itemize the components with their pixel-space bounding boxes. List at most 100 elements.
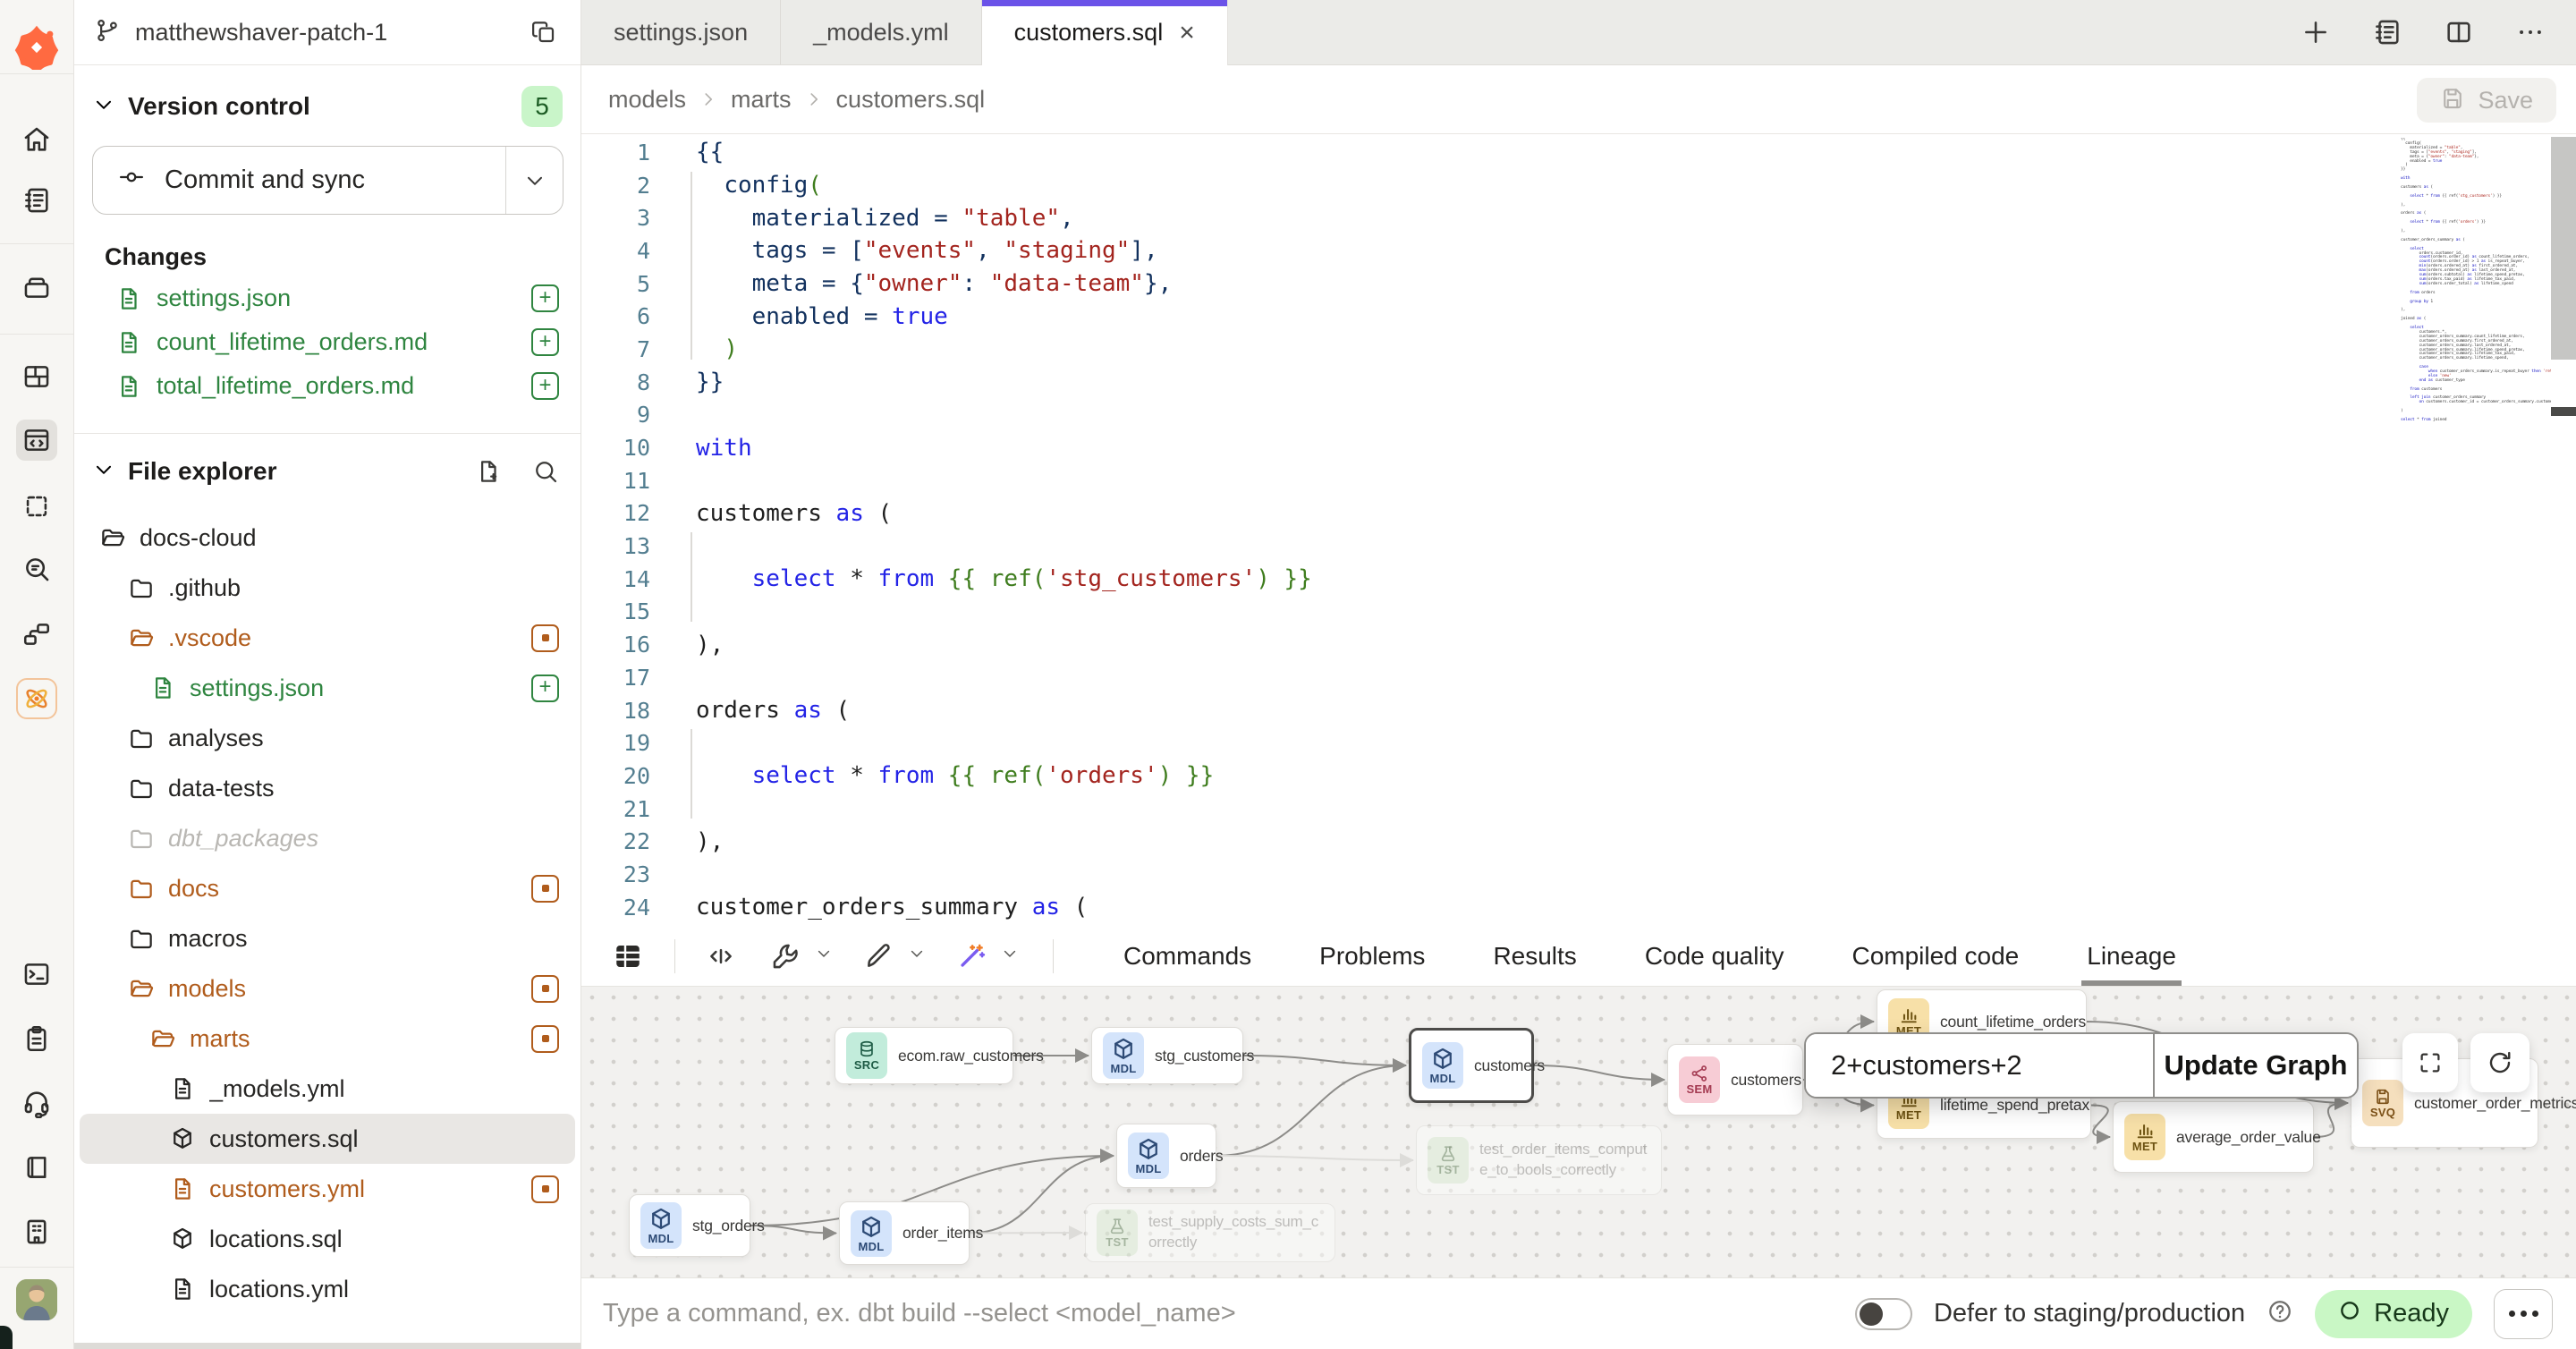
lineage-node-src_raw_customers[interactable]: SRC ecom.raw_customers bbox=[835, 1027, 1013, 1084]
tree-item-.github[interactable]: .github bbox=[80, 563, 575, 613]
save-button[interactable]: Save bbox=[2417, 78, 2556, 123]
panel-tab-Results[interactable]: Results bbox=[1493, 926, 1576, 986]
tree-item-analyses[interactable]: analyses bbox=[80, 713, 575, 763]
dashboard-icon[interactable] bbox=[16, 356, 57, 397]
headset-icon[interactable] bbox=[16, 1082, 57, 1124]
file-explorer-header[interactable]: File explorer bbox=[74, 443, 580, 500]
tree-item-_models.yml[interactable]: _models.yml bbox=[80, 1064, 575, 1114]
tab-overflow-button[interactable] bbox=[2512, 13, 2549, 51]
commit-options-caret[interactable] bbox=[505, 147, 563, 214]
code-line[interactable]: 8 }} bbox=[581, 366, 2576, 399]
code-line[interactable]: 18 orders as ( bbox=[581, 694, 2576, 727]
tree-item-docs[interactable]: docs bbox=[80, 863, 575, 913]
lineage-refresh-button[interactable] bbox=[2470, 1033, 2529, 1092]
code-line[interactable]: 6 enabled = true bbox=[581, 300, 2576, 333]
lineage-node-order_items[interactable]: MDL order_items bbox=[839, 1201, 970, 1265]
code-line[interactable]: 12 customers as ( bbox=[581, 497, 2576, 530]
build-menu-button[interactable] bbox=[767, 938, 804, 975]
modified-indicator[interactable] bbox=[531, 875, 559, 903]
dbt-logo[interactable] bbox=[14, 25, 59, 70]
more-options-button[interactable] bbox=[2494, 1289, 2553, 1339]
lineage-node-stg_customers[interactable]: MDL stg_customers bbox=[1091, 1027, 1243, 1084]
dbt-assist-icon[interactable] bbox=[16, 678, 57, 719]
breadcrumb-item[interactable]: marts bbox=[731, 86, 792, 114]
panel-tab-Code quality[interactable]: Code quality bbox=[1645, 926, 1784, 986]
code-line[interactable]: 16 ), bbox=[581, 628, 2576, 661]
flow-icon[interactable] bbox=[16, 614, 57, 655]
code-editor[interactable]: 1 {{ 2 config( 3 materialized = "table",… bbox=[581, 134, 2576, 926]
home-icon[interactable] bbox=[16, 119, 57, 160]
format-menu-button[interactable] bbox=[860, 938, 897, 975]
chat-widget-peek[interactable] bbox=[0, 1326, 13, 1349]
command-input[interactable] bbox=[603, 1299, 1855, 1328]
modified-indicator[interactable] bbox=[531, 624, 559, 652]
search-files-button[interactable] bbox=[529, 454, 563, 488]
defer-toggle[interactable] bbox=[1855, 1298, 1912, 1330]
frame-select-icon[interactable] bbox=[16, 486, 57, 527]
help-icon[interactable] bbox=[2267, 1298, 2293, 1329]
changed-file-row[interactable]: count_lifetime_orders.md bbox=[74, 320, 580, 364]
code-line[interactable]: 22 ), bbox=[581, 825, 2576, 858]
breadcrumb-item[interactable]: models bbox=[608, 86, 686, 114]
lineage-node-tst_order_items[interactable]: TST test_order_items_compute_to_bools_co… bbox=[1416, 1125, 1662, 1195]
lineage-node-orders[interactable]: MDL orders bbox=[1116, 1124, 1216, 1188]
code-line[interactable]: 5 meta = {"owner": "data-team"}, bbox=[581, 267, 2576, 301]
tab-customers.sql[interactable]: customers.sql × bbox=[982, 0, 1228, 65]
tree-item-macros[interactable]: macros bbox=[80, 913, 575, 963]
stage-file-button[interactable] bbox=[531, 674, 559, 702]
user-avatar[interactable] bbox=[16, 1279, 57, 1320]
tree-item-models[interactable]: models bbox=[80, 963, 575, 1014]
commit-and-sync-button[interactable]: Commit and sync bbox=[92, 146, 564, 215]
notebook-icon[interactable] bbox=[16, 180, 57, 221]
code-line[interactable]: 11 bbox=[581, 464, 2576, 497]
modified-indicator[interactable] bbox=[531, 1175, 559, 1203]
code-line[interactable]: 20 select * from {{ ref('orders') }} bbox=[581, 759, 2576, 793]
code-line[interactable]: 17 bbox=[581, 661, 2576, 694]
model-selector-input[interactable] bbox=[1806, 1034, 2153, 1097]
tab-_models.yml[interactable]: _models.yml bbox=[781, 0, 982, 64]
sidebar-horizontal-scrollbar[interactable] bbox=[74, 1343, 580, 1349]
tree-item-customers.yml[interactable]: customers.yml bbox=[80, 1164, 575, 1214]
code-line[interactable]: 15 bbox=[581, 596, 2576, 629]
code-line[interactable]: 4 tags = ["events", "staging"], bbox=[581, 234, 2576, 267]
tree-item-locations.yml[interactable]: locations.yml bbox=[80, 1264, 575, 1314]
panel-tab-Lineage[interactable]: Lineage bbox=[2087, 926, 2176, 986]
tree-item-locations.sql[interactable]: locations.sql bbox=[80, 1214, 575, 1264]
tree-item-settings.json[interactable]: settings.json bbox=[80, 663, 575, 713]
code-line[interactable]: 24 customer_orders_summary as ( bbox=[581, 891, 2576, 924]
code-line[interactable]: 13 bbox=[581, 530, 2576, 563]
tree-item-customers.sql[interactable]: customers.sql bbox=[80, 1114, 575, 1164]
update-graph-button[interactable]: Update Graph bbox=[2153, 1034, 2357, 1097]
version-control-header[interactable]: Version control 5 bbox=[74, 78, 580, 135]
code-line[interactable]: 1 {{ bbox=[581, 136, 2576, 169]
status-badge[interactable]: Ready bbox=[2315, 1290, 2472, 1338]
editor-minimap[interactable]: {{ config( materialized = "table", tags … bbox=[2401, 138, 2551, 423]
split-editor-button[interactable] bbox=[2440, 13, 2478, 51]
code-line[interactable]: 21 bbox=[581, 793, 2576, 826]
close-tab-icon[interactable]: × bbox=[1179, 20, 1195, 47]
modified-indicator[interactable] bbox=[531, 975, 559, 1003]
archive-icon[interactable] bbox=[16, 267, 57, 308]
panel-tab-Commands[interactable]: Commands bbox=[1123, 926, 1251, 986]
new-file-button[interactable] bbox=[471, 454, 505, 488]
code-editor-icon[interactable] bbox=[16, 420, 57, 461]
code-line[interactable]: 14 select * from {{ ref('stg_customers')… bbox=[581, 563, 2576, 596]
panel-tab-Compiled code[interactable]: Compiled code bbox=[1852, 926, 2019, 986]
tree-item-docs-cloud[interactable]: docs-cloud bbox=[80, 513, 575, 563]
tree-item-.vscode[interactable]: .vscode bbox=[80, 613, 575, 663]
stage-file-button[interactable] bbox=[531, 328, 559, 356]
code-line[interactable]: 7 ) bbox=[581, 333, 2576, 366]
stage-file-button[interactable] bbox=[531, 284, 559, 312]
editor-scrollbar[interactable] bbox=[2551, 134, 2576, 926]
ai-assist-button[interactable] bbox=[953, 938, 990, 975]
changed-file-row[interactable]: total_lifetime_orders.md bbox=[74, 364, 580, 408]
lineage-node-tst_supply[interactable]: TST test_supply_costs_sum_correctly bbox=[1085, 1203, 1335, 1262]
code-line[interactable]: 3 materialized = "table", bbox=[581, 201, 2576, 234]
code-line[interactable]: 10 with bbox=[581, 431, 2576, 464]
results-table-button[interactable] bbox=[608, 937, 648, 976]
new-tab-button[interactable] bbox=[2297, 13, 2334, 51]
lineage-node-sem_customers[interactable]: SEM customers bbox=[1667, 1044, 1803, 1116]
chevron-down-icon[interactable] bbox=[815, 945, 833, 967]
scrollbar-thumb[interactable] bbox=[2551, 137, 2576, 360]
copy-branch-button[interactable] bbox=[527, 15, 561, 49]
